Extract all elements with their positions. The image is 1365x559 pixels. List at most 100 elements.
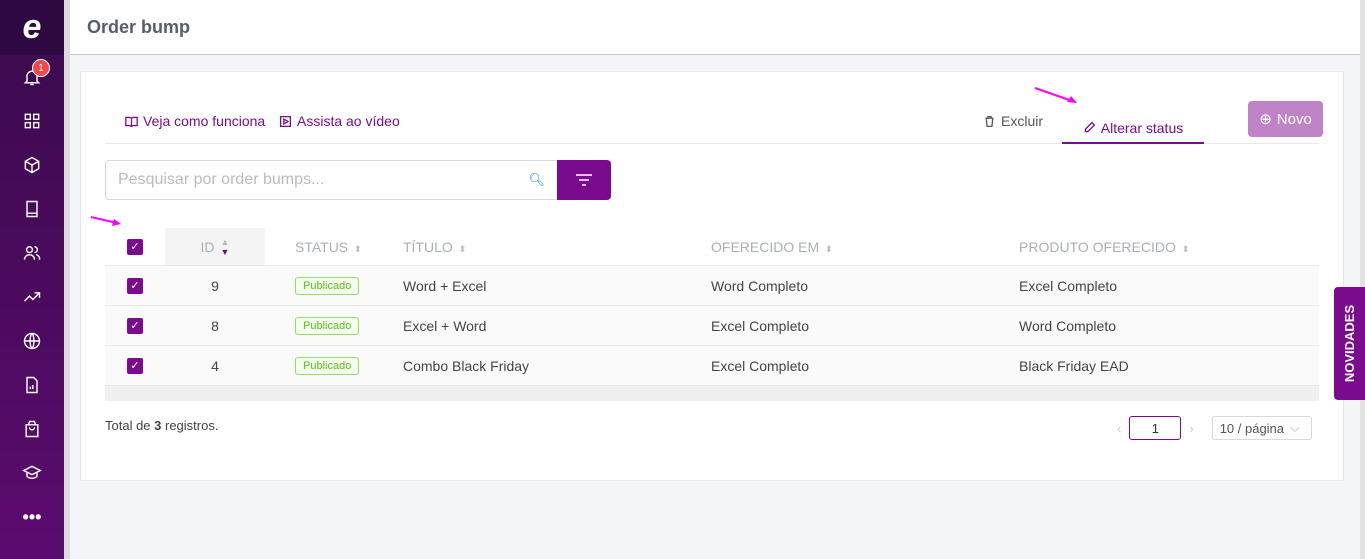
status-badge: Publicado (295, 317, 360, 335)
watch-video-link[interactable]: Assista ao vídeo (279, 113, 400, 129)
row-checkbox[interactable]: ✓ (127, 317, 143, 334)
page-size-select[interactable]: 10 / página ⌵ (1211, 416, 1312, 440)
sidebar-item-site[interactable] (0, 319, 64, 363)
sidebar-item-products[interactable] (0, 143, 64, 187)
sidebar: e 1 ••• (0, 0, 64, 559)
cube-icon (24, 156, 40, 174)
sidebar-item-dashboard[interactable] (0, 99, 64, 143)
logo[interactable]: e (0, 0, 64, 55)
search-input[interactable]: Pesquisar por order bumps... 🔍︎ (105, 160, 558, 200)
new-label: Novo (1276, 110, 1312, 128)
annotation-arrow (1034, 87, 1077, 103)
total-records: Total de 3 registros. (105, 418, 218, 433)
more-icon: ••• (22, 506, 42, 527)
novidades-label: NOVIDADES (1342, 304, 1358, 383)
status-badge: Publicado (295, 357, 360, 375)
column-title[interactable]: TÍTULO ⬍ (403, 239, 711, 255)
how-it-works-label: Veja como funciona (143, 113, 266, 129)
row-checkbox[interactable]: ✓ (127, 357, 143, 374)
cell-id: 8 (211, 317, 219, 334)
sidebar-item-reports[interactable] (0, 275, 64, 319)
change-status-button[interactable]: Alterar status (1062, 100, 1204, 144)
sort-icon: ⬍ (458, 243, 467, 254)
prev-page-button[interactable]: ‹ (1117, 421, 1121, 436)
notification-badge: 1 (32, 59, 50, 77)
pagination: ‹ 1 › 10 / página ⌵ (1117, 416, 1312, 440)
sidebar-item-documents[interactable] (0, 363, 64, 407)
cell-offered-in: Excel Completo (711, 357, 810, 374)
sidebar-item-courses[interactable] (0, 187, 64, 231)
filter-icon (576, 174, 592, 186)
shopping-bag-icon (25, 420, 39, 438)
filter-button[interactable] (557, 160, 611, 200)
table-horizontal-scrollbar[interactable] (105, 386, 1319, 401)
page-1-button[interactable]: 1 (1129, 416, 1182, 440)
book-icon (26, 200, 38, 218)
sort-icon: ⬍ (354, 243, 362, 254)
column-id[interactable]: ID ▲ ▼ (165, 228, 265, 265)
sort-icon: ⬍ (1181, 243, 1190, 254)
cell-offered-in: Excel Completo (711, 317, 810, 334)
order-bumps-table: ✓ ID ▲ ▼ STATUS ⬍ TÍTULO ⬍ OFERECIDO EM ⬍ PRO… (105, 228, 1319, 401)
column-label: STATUS (295, 238, 349, 255)
table-row[interactable]: ✓ 4 Publicado Combo Black Friday Excel C… (105, 346, 1319, 386)
users-icon (23, 246, 41, 260)
new-button[interactable]: ⊕ Novo (1248, 101, 1323, 137)
book-open-icon (125, 116, 138, 127)
next-page-button[interactable]: › (1189, 421, 1193, 436)
novidades-tab[interactable]: NOVIDADES (1334, 287, 1365, 400)
graduation-cap-icon (22, 465, 42, 479)
how-it-works-link[interactable]: Veja como funciona (125, 113, 265, 129)
cell-id: 9 (211, 277, 219, 294)
page-size-value: 10 / página (1219, 420, 1285, 436)
watch-video-label: Assista ao vídeo (297, 113, 400, 129)
page-title: Order bump (87, 17, 191, 37)
table-row[interactable]: ✓ 9 Publicado Word + Excel Word Completo… (105, 266, 1319, 306)
sidebar-divider (64, 0, 70, 559)
globe-icon (23, 332, 41, 350)
status-badge: Publicado (295, 277, 360, 295)
column-product[interactable]: PRODUTO OFERECIDO ⬍ (1019, 239, 1319, 255)
grid-icon (24, 113, 40, 129)
total-prefix: Total de (105, 418, 155, 433)
cell-title: Word + Excel (403, 277, 487, 294)
trash-icon (985, 115, 994, 127)
page-scrollbar[interactable] (1360, 0, 1365, 559)
column-label: OFERECIDO EM (711, 238, 820, 255)
cell-product: Black Friday EAD (1019, 357, 1129, 374)
sort-icon: ▲ ▼ (220, 236, 230, 257)
column-label: TÍTULO (403, 238, 453, 255)
row-checkbox[interactable]: ✓ (127, 277, 143, 294)
column-label: ID (200, 238, 215, 255)
search-placeholder: Pesquisar por order bumps... (118, 171, 325, 188)
chevron-down-icon: ⌵ (1290, 420, 1300, 435)
total-suffix: registros. (161, 418, 219, 433)
plus-circle-icon: ⊕ (1259, 111, 1272, 128)
order-bump-card: Veja como funciona Assista ao vídeo Excl… (80, 71, 1344, 481)
annotation-arrow (90, 216, 121, 226)
column-label: PRODUTO OFERECIDO (1019, 238, 1176, 255)
cell-product: Word Completo (1019, 317, 1117, 334)
sidebar-item-store[interactable] (0, 407, 64, 451)
column-offered-in[interactable]: OFERECIDO EM ⬍ (711, 239, 1019, 255)
trending-up-icon (23, 292, 41, 302)
delete-label: Excluir (1001, 113, 1044, 129)
play-square-icon (279, 115, 292, 127)
table-header: ✓ ID ▲ ▼ STATUS ⬍ TÍTULO ⬍ OFERECIDO EM ⬍ PRO… (105, 228, 1319, 266)
sidebar-item-academy[interactable] (0, 451, 64, 495)
cell-title: Combo Black Friday (403, 357, 530, 374)
column-status[interactable]: STATUS ⬍ (265, 239, 403, 255)
select-all-checkbox[interactable]: ✓ (127, 238, 143, 255)
page-header: Order bump (70, 0, 1360, 55)
file-chart-icon (26, 376, 38, 394)
notifications-button[interactable]: 1 (0, 55, 64, 99)
table-row[interactable]: ✓ 8 Publicado Excel + Word Excel Complet… (105, 306, 1319, 346)
sidebar-more-button[interactable]: ••• (0, 495, 64, 539)
delete-button[interactable]: Excluir (983, 113, 1043, 129)
sidebar-item-users[interactable] (0, 231, 64, 275)
cell-offered-in: Word Completo (711, 277, 809, 294)
cell-title: Excel + Word (403, 317, 487, 334)
search-icon[interactable]: 🔍︎ (528, 172, 545, 188)
toolbar: Veja como funciona Assista ao vídeo Excl… (105, 100, 1323, 144)
cell-product: Excel Completo (1019, 277, 1118, 294)
